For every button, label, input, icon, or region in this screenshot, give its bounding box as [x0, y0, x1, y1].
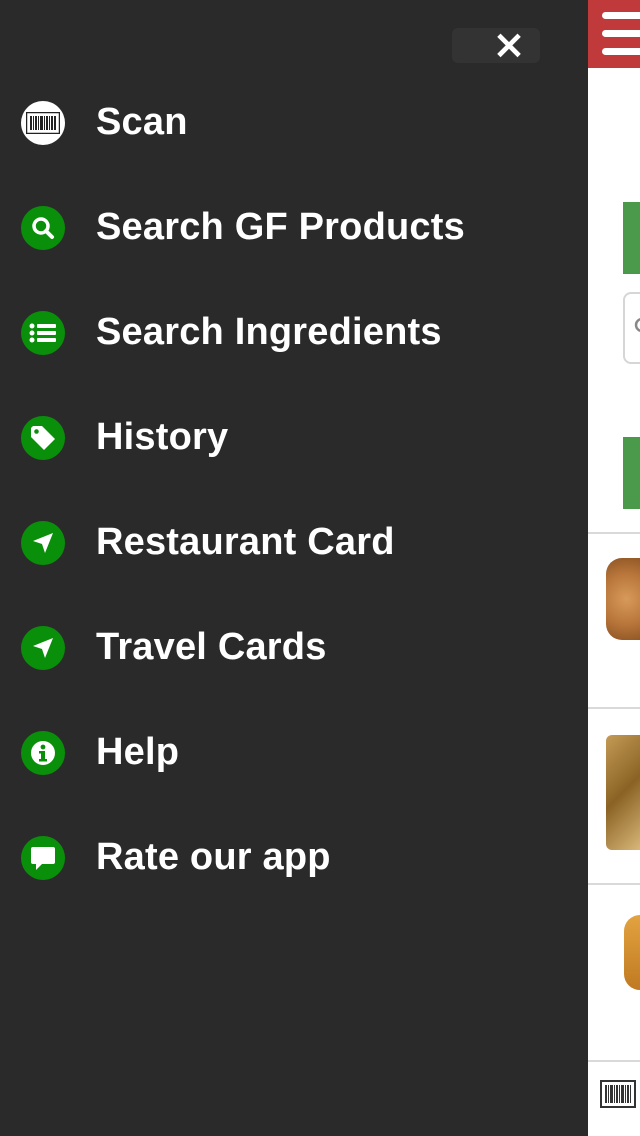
product-thumbnail: [624, 915, 640, 990]
search-icon: [21, 205, 65, 250]
divider: [588, 532, 640, 534]
list-icon: [21, 310, 65, 355]
barcode-icon: [21, 100, 65, 145]
menu-item-rate-our-app[interactable]: Rate our app: [0, 805, 588, 910]
close-icon: ×: [492, 22, 526, 68]
menu-item-history[interactable]: History: [0, 385, 588, 490]
product-thumbnail: [606, 735, 640, 850]
tag-icon: [21, 415, 65, 460]
menu-item-help[interactable]: Help: [0, 700, 588, 805]
menu-item-search-ingredients[interactable]: Search Ingredients: [0, 280, 588, 385]
menu-item-label: Restaurant Card: [96, 521, 395, 563]
menu-item-search-gf-products[interactable]: Search GF Products: [0, 175, 588, 280]
menu-item-label: Search Ingredients: [96, 311, 442, 353]
divider: [588, 883, 640, 885]
main-content-peek: [588, 0, 640, 1136]
search-input[interactable]: [623, 292, 640, 364]
menu-item-label: History: [96, 416, 229, 458]
chat-bubble-icon: [21, 835, 65, 880]
menu-item-label: Search GF Products: [96, 206, 465, 248]
menu-item-label: Rate our app: [96, 836, 331, 878]
divider: [588, 707, 640, 709]
info-icon: [21, 730, 65, 775]
search-icon: [634, 318, 640, 332]
green-banner: [623, 202, 640, 274]
close-button[interactable]: ×: [487, 22, 531, 68]
menu-item-restaurant-card[interactable]: Restaurant Card: [0, 490, 588, 595]
barcode-icon[interactable]: [600, 1080, 636, 1113]
location-arrow-icon: [21, 625, 65, 670]
product-thumbnail: [606, 558, 640, 640]
menu-item-travel-cards[interactable]: Travel Cards: [0, 595, 588, 700]
divider: [588, 1060, 640, 1062]
location-arrow-icon: [21, 520, 65, 565]
menu-item-scan[interactable]: Scan: [0, 70, 588, 175]
side-drawer: × Scan Search GF Products Search Ingredi…: [0, 0, 588, 1136]
green-banner: [623, 437, 640, 509]
menu-item-label: Scan: [96, 101, 188, 143]
menu-item-label: Help: [96, 731, 180, 773]
menu-button[interactable]: [588, 0, 640, 68]
menu-item-label: Travel Cards: [96, 626, 327, 668]
